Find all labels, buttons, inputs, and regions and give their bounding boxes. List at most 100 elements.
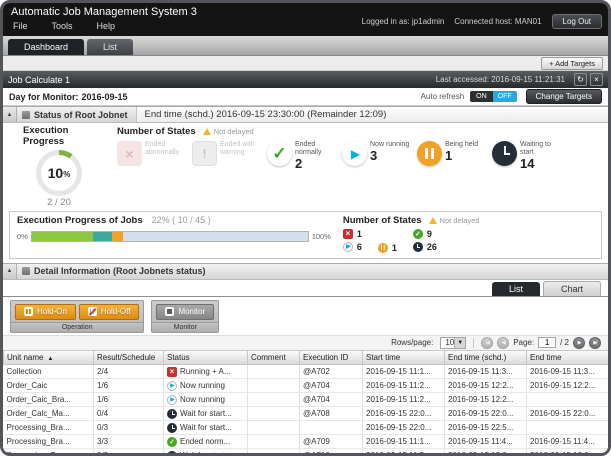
page-total-label: / 2 [560,338,569,348]
refresh-icon[interactable]: ↻ [574,73,587,86]
detail-toolbar: Hold-On Hold-Off Operation Monitor Monit… [3,296,608,335]
first-page-button[interactable]: |◀ [481,336,494,349]
jobs-not-delayed-note: Not delayed [428,216,480,225]
table-row[interactable]: Order_Caic_Bra... 1/6 Now running @A704 … [3,392,608,408]
app-window: Automatic Job Management System 3 File T… [0,0,611,456]
running-icon [342,241,353,252]
column-header-execution-id[interactable]: Execution ID [299,350,363,366]
auto-refresh-off-toggle[interactable]: OFF [492,91,517,102]
day-for-monitor-label: Day for Monitor: [9,91,79,102]
progress-segment [111,231,123,241]
column-header-result-schedule[interactable]: Result/Schedule [93,350,164,366]
column-header-end-time[interactable]: End time [526,350,608,366]
held-icon [377,242,388,253]
connected-host-label: Connected host: MAN01 [454,17,542,26]
collapse-status-panel-icon[interactable]: ▲ [3,107,17,122]
column-header-comment[interactable]: Comment [247,350,300,366]
operation-group: Hold-On Hold-Off Operation [10,299,145,333]
logged-in-label: Logged in as: jp1admin [361,17,445,26]
status-icon [167,450,177,453]
execution-progress-section: Execution Progress 10% 2 / 20 [7,125,111,208]
jobs-progress-percent: 22% ( 10 / 45 ) [151,214,211,225]
status-icon [167,408,177,419]
state-ended-with-warning[interactable]: Ended with warning [192,141,262,166]
last-page-button[interactable]: ▶| [589,336,601,349]
table-row[interactable]: Processing_Bra... 0/3 Wait for start... … [3,420,608,436]
tab-dashboard[interactable]: Dashboard [8,39,85,55]
status-icon [167,422,177,433]
detail-tab-list[interactable]: List [491,281,540,296]
now-running-icon [342,141,367,166]
status-icon [167,366,177,377]
hold-off-button[interactable]: Hold-Off [78,303,140,320]
jobs-states-title: Number of States [342,214,422,226]
state-now-running[interactable]: Now running 3 [342,141,412,166]
error-icon [342,228,353,239]
detail-panel-header: ▲ Detail Information (Root Jobnets statu… [3,262,608,280]
sort-asc-icon: ▲ [47,356,54,363]
table-row[interactable]: Order_Caic 1/6 Now running @A704 2016-09… [3,378,608,394]
progress-segment [92,231,112,241]
state-ended-abnormally[interactable]: Ended abnormally [117,141,187,166]
status-icon [167,394,177,405]
progress-segment [31,231,93,241]
state-ended-normally[interactable]: Ended normally 2 [267,141,337,171]
number-of-states-label: Number of States [117,126,196,137]
jobs-held-count: 1 [377,242,397,253]
table-row[interactable]: Processing_Bra... 0/3 Wait for start... … [3,448,608,453]
column-header-unit-name[interactable]: Unit name ▲ [3,350,94,366]
column-header-end-time-schd[interactable]: End time (schd.) [444,350,527,366]
table-row[interactable]: Order_Calc_Ma... 0/4 Wait for start... @… [3,406,608,422]
ended-abnormally-icon [117,141,142,166]
being-held-icon [417,141,442,166]
status-panel-header: ▲ Status of Root Jobnet End time (schd.)… [3,106,608,123]
monitor-day-bar: Day for Monitor: 2016-09-15 Auto refresh… [3,88,608,106]
auto-refresh-label: Auto refresh [420,92,465,101]
status-panel-body: Execution Progress 10% 2 / 20 Number of … [3,123,608,263]
auto-refresh-on-toggle[interactable]: ON [470,91,493,102]
state-waiting-to-start[interactable]: Waiting to start 14 [492,141,562,171]
prev-page-button[interactable]: ◀ [497,336,510,349]
menu-help[interactable]: Help [97,21,116,31]
menu-tools[interactable]: Tools [52,21,73,31]
rows-per-page-label: Rows/page: [391,338,434,348]
progress-segment [122,231,308,241]
execution-progress-percent: 10% [47,164,71,181]
job-title: Job Calculate 1 [8,74,71,85]
state-being-held[interactable]: Being held 1 [417,141,487,166]
add-targets-button[interactable]: + Add Targets [541,56,603,70]
next-page-button[interactable]: ▶ [573,336,585,349]
menu-file[interactable]: File [13,21,28,31]
detail-tab-chart[interactable]: Chart [542,280,601,296]
close-icon[interactable]: × [590,73,603,86]
status-panel-title: Status of Root Jobnet [34,109,128,120]
ended-normally-icon [267,141,292,166]
warning-icon [202,128,211,135]
page-number-input[interactable] [538,337,557,349]
main-tab-bar: Dashboard List [3,36,608,56]
column-header-start-time[interactable]: Start time [362,350,445,366]
table-row[interactable]: Processing_Bra... 3/3 Ended norm... @A70… [3,434,608,450]
rows-per-page-select[interactable]: 10 ▼ [440,336,467,349]
jobs-states-section: Number of States Not delayed 1 6 1 [342,214,594,253]
status-icon [167,436,177,447]
detail-panel-title: Detail Information (Root Jobnets status) [34,266,206,277]
jobs-success-count: 9 [412,228,437,239]
status-panel-icon [22,110,30,119]
change-targets-button[interactable]: Change Targets [525,89,602,104]
ended-with-warning-icon [192,141,217,166]
column-header-status[interactable]: Status [163,350,248,366]
jobs-states-grid: 1 6 1 9 26 [342,228,594,253]
progress-start-label: 0% [17,231,28,241]
tab-list[interactable]: List [87,39,134,55]
detail-tab-bar: List Chart [3,279,608,297]
logout-button[interactable]: Log Out [551,14,602,29]
table-row[interactable]: Collection 2/4 Running + A... @A702 2016… [3,364,608,380]
chevron-down-icon: ▼ [454,337,466,348]
monitor-button[interactable]: Monitor [156,303,215,320]
state-items-row: Ended abnormally Ended with warning [117,141,602,171]
hold-on-button[interactable]: Hold-On [15,303,76,320]
collapse-detail-panel-icon[interactable]: ▲ [3,263,17,279]
detail-panel-icon [22,267,30,276]
not-delayed-note: Not delayed [202,127,254,136]
